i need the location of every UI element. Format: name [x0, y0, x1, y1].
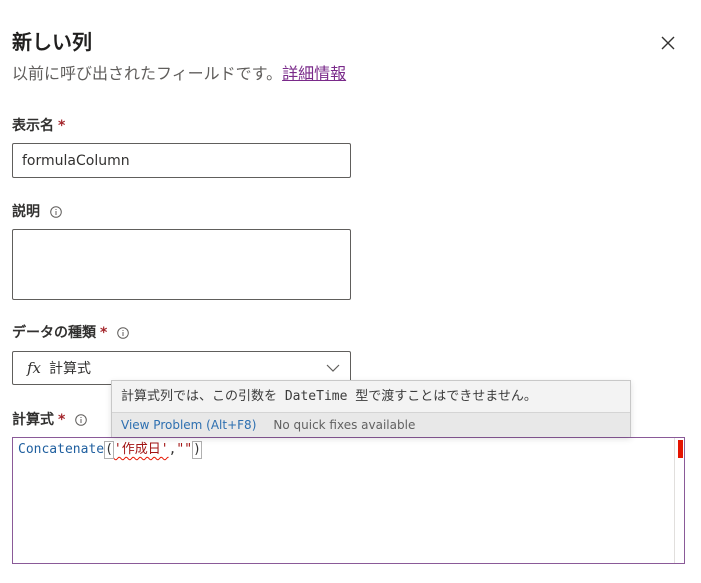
error-marker: [678, 440, 683, 458]
formula-arg-string: "": [176, 442, 193, 457]
new-column-panel: 新しい列 以前に呼び出されたフィールドです。詳細情報 表示名 * 説明 データの…: [0, 0, 701, 583]
hover-actions-bar: View Problem (Alt+F8) No quick fixes ava…: [112, 412, 630, 437]
formula-editor[interactable]: Concatenate('作成日',""): [12, 437, 685, 564]
subtitle-text: 以前に呼び出されたフィールドです。: [12, 64, 283, 83]
fx-icon: fx: [27, 359, 42, 377]
data-type-value: 計算式: [49, 361, 92, 377]
formula-arg-error[interactable]: '作成日': [114, 442, 169, 457]
description-label-text: 説明: [12, 204, 40, 220]
chevron-down-icon: [326, 364, 340, 372]
info-icon[interactable]: [50, 206, 62, 218]
description-label: 説明: [12, 202, 62, 222]
display-name-label-text: 表示名: [12, 118, 54, 134]
required-mark: *: [58, 118, 66, 134]
panel-subtitle: 以前に呼び出されたフィールドです。詳細情報: [12, 62, 346, 86]
no-quick-fixes-text: No quick fixes available: [273, 418, 416, 432]
error-hover-widget: 計算式列では、この引数を DateTime 型で渡すことはできせません。 Vie…: [111, 380, 631, 437]
formula-code-line[interactable]: Concatenate('作成日',""): [18, 440, 202, 460]
info-icon[interactable]: [117, 327, 130, 339]
description-textarea[interactable]: [12, 229, 351, 300]
info-icon[interactable]: [75, 414, 88, 426]
editor-scrollbar[interactable]: [674, 438, 684, 563]
formula-function: Concatenate: [18, 442, 105, 457]
view-problem-link[interactable]: View Problem (Alt+F8): [121, 418, 256, 432]
display-name-input[interactable]: [12, 143, 351, 178]
close-icon: [661, 36, 675, 50]
error-message: 計算式列では、この引数を DateTime 型で渡すことはできせません。: [121, 389, 537, 404]
panel-title: 新しい列: [12, 30, 92, 54]
learn-more-link[interactable]: 詳細情報: [282, 64, 346, 83]
data-type-label-text: データの種類: [12, 325, 96, 341]
display-name-label: 表示名 *: [12, 116, 65, 136]
formula-open-paren: (: [104, 441, 114, 459]
close-button[interactable]: [655, 30, 681, 56]
required-mark: *: [100, 325, 108, 341]
required-mark: *: [58, 412, 66, 428]
formula-label-text: 計算式: [12, 412, 54, 428]
formula-close-paren: ): [192, 441, 202, 459]
data-type-label: データの種類 *: [12, 323, 130, 343]
formula-label: 計算式 *: [12, 410, 88, 430]
